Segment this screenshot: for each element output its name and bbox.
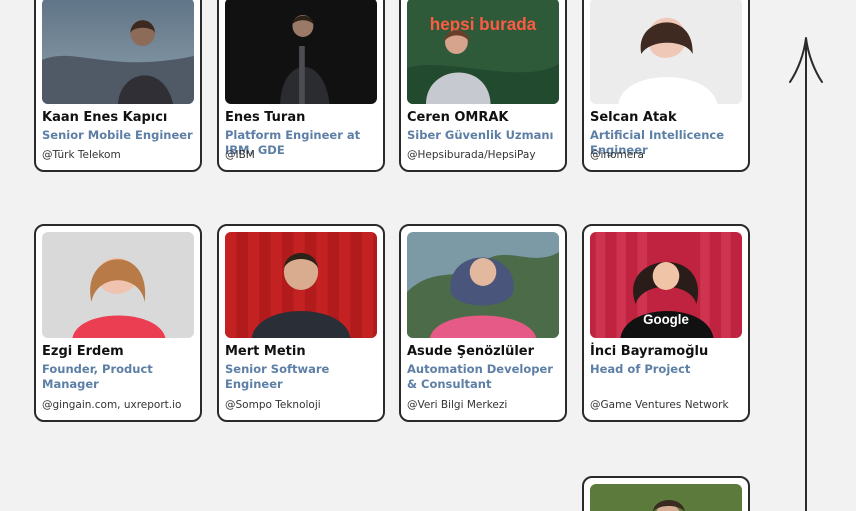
speaker-role: Automation Developer & Consultant	[407, 362, 553, 391]
speaker-photo	[42, 232, 194, 338]
speaker-org: @Game Ventures Network	[590, 399, 729, 411]
speakers-page: { "speakers": [ { "name": "Kaan Enes Kap…	[0, 0, 856, 511]
speaker-role: Head of Project	[590, 362, 691, 376]
speaker-card-enes[interactable]: Enes Turan Platform Engineer at IBM, GDE…	[217, 0, 385, 172]
speaker-photo	[42, 0, 194, 104]
speaker-org: @inomera	[590, 149, 644, 161]
speaker-photo	[225, 232, 377, 338]
speaker-name: Asude Şenözlüler	[407, 344, 535, 359]
speaker-card-ceren[interactable]: hepsi burada Ceren OMRAK Siber Güvenlik …	[399, 0, 567, 172]
speaker-role: Siber Güvenlik Uzmanı	[407, 128, 554, 142]
speaker-name: Ezgi Erdem	[42, 344, 124, 359]
speaker-photo	[225, 0, 377, 104]
speaker-org: @Hepsiburada/HepsiPay	[407, 149, 536, 161]
up-arrow-icon	[789, 37, 823, 83]
speaker-photo	[590, 484, 742, 511]
speaker-role: Founder, Product Manager	[42, 362, 153, 391]
speaker-card-asude[interactable]: Asude Şenözlüler Automation Developer & …	[399, 224, 567, 422]
speaker-name: Kaan Enes Kapıcı	[42, 110, 168, 125]
photo-sign-text: hepsi burada	[430, 14, 537, 35]
speaker-photo: hepsi burada	[407, 0, 559, 104]
speaker-name: Selcan Atak	[590, 110, 677, 125]
speaker-card-partial[interactable]	[582, 476, 750, 511]
speaker-card-ezgi[interactable]: Ezgi Erdem Founder, Product Manager @gin…	[34, 224, 202, 422]
speaker-name: Mert Metin	[225, 344, 306, 359]
speaker-role: Senior Mobile Engineer	[42, 128, 193, 142]
speaker-photo: Google	[590, 232, 742, 338]
speaker-name: Ceren OMRAK	[407, 110, 509, 125]
speaker-org: @Sompo Teknoloji	[225, 399, 321, 411]
speaker-name: Enes Turan	[225, 110, 306, 125]
speaker-card-mert[interactable]: Mert Metin Senior Software Engineer @Som…	[217, 224, 385, 422]
speaker-card-selcan[interactable]: Selcan Atak Artificial Intellicence Engi…	[582, 0, 750, 172]
speaker-photo	[590, 0, 742, 104]
speaker-org: @Türk Telekom	[42, 149, 121, 161]
speaker-org: @Veri Bilgi Merkezi	[407, 399, 508, 411]
speaker-role: Senior Software Engineer	[225, 362, 330, 391]
shirt-text: Google	[643, 312, 689, 327]
speaker-org: @gingain.com, uxreport.io	[42, 399, 182, 411]
speaker-name: İnci Bayramoğlu	[590, 344, 709, 359]
speaker-org: @IBM	[225, 149, 255, 161]
speaker-card-inci[interactable]: Google İnci Bayramoğlu Head of Project @…	[582, 224, 750, 422]
speaker-photo	[407, 232, 559, 338]
speaker-card-kaan[interactable]: Kaan Enes Kapıcı Senior Mobile Engineer …	[34, 0, 202, 172]
